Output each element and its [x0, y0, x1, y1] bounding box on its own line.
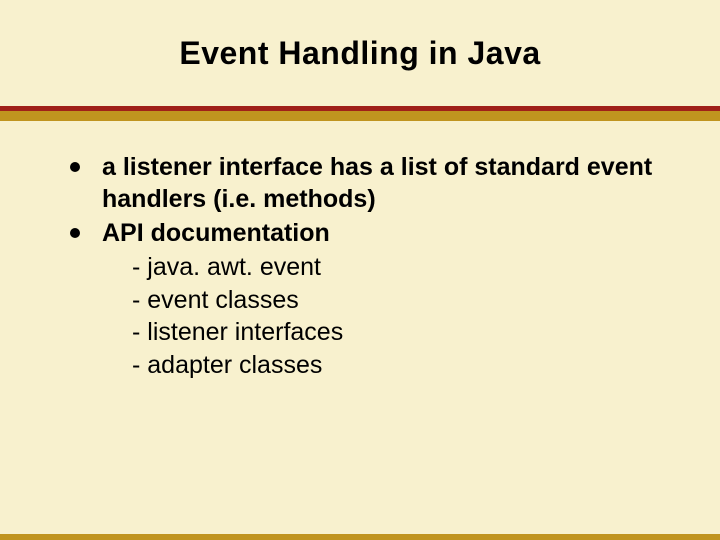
slide-title: Event Handling in Java [179, 35, 540, 72]
list-item: API documentation [70, 217, 690, 249]
sub-item: - adapter classes [132, 349, 690, 382]
sub-list: - java. awt. event - event classes - lis… [132, 251, 690, 381]
bullet-text: API documentation [102, 217, 330, 249]
sub-item: - listener interfaces [132, 316, 690, 349]
slide: Event Handling in Java a listener interf… [0, 0, 720, 540]
sub-item: - java. awt. event [132, 251, 690, 284]
content-area: a listener interface has a list of stand… [0, 121, 720, 534]
bullet-icon [70, 162, 80, 172]
footer-strip [0, 534, 720, 540]
list-item: a listener interface has a list of stand… [70, 151, 690, 215]
bullet-text: a listener interface has a list of stand… [102, 151, 690, 215]
title-band: Event Handling in Java [0, 0, 720, 106]
sub-item: - event classes [132, 284, 690, 317]
divider-gap [0, 111, 720, 121]
bullet-icon [70, 228, 80, 238]
